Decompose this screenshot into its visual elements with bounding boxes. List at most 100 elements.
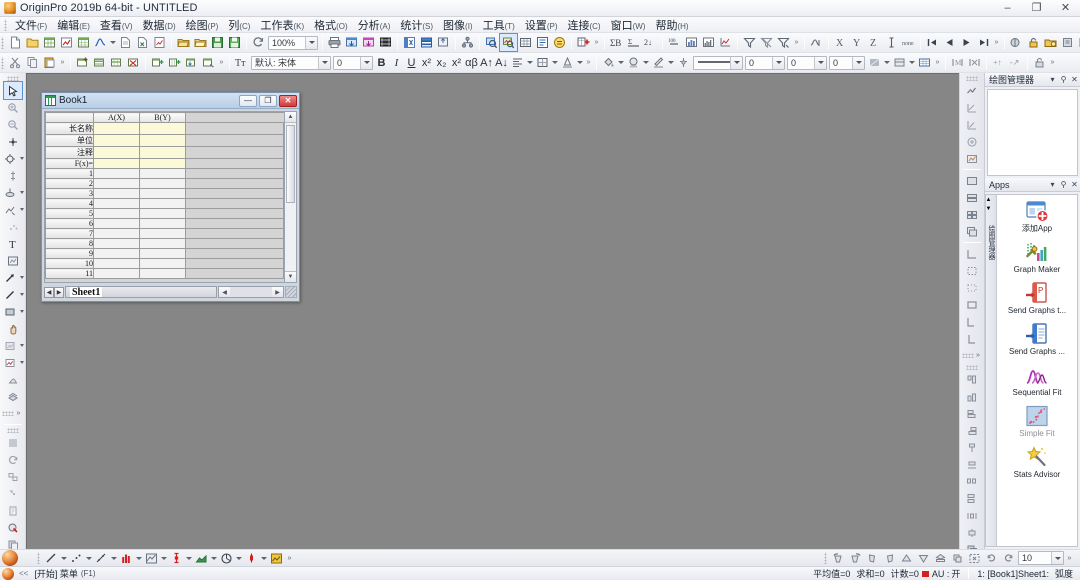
import-multiple-ascii-icon[interactable] — [377, 34, 394, 51]
arrow-tool-icon[interactable] — [1, 269, 19, 286]
font-picker-icon[interactable]: Tт — [233, 54, 250, 71]
app-item-send-graphs-to-word[interactable]: Send Graphs ... — [997, 322, 1077, 356]
lock-settings-icon[interactable] — [1059, 34, 1076, 51]
plot-line-icon[interactable] — [683, 34, 700, 51]
unmerge-cells-icon[interactable] — [966, 54, 983, 71]
cell-background-icon[interactable] — [891, 54, 908, 71]
save-template-icon[interactable] — [226, 34, 243, 51]
row-header[interactable]: 5 — [45, 208, 94, 219]
book1-window[interactable]: Book1 — ❐ ✕ A(X) B(Y) 长名称 单位 注释 F(x)= 1 … — [41, 92, 300, 302]
update-object-icon[interactable] — [4, 519, 22, 536]
zoom-out-tool-icon[interactable] — [4, 116, 22, 133]
meta-cell[interactable] — [93, 146, 140, 159]
plot-contour-icon[interactable] — [143, 550, 160, 567]
meta-cell[interactable] — [139, 134, 186, 147]
align-left-icon[interactable] — [963, 330, 981, 347]
remove-filter-icon[interactable] — [758, 34, 775, 51]
zoom-combo[interactable]: 100% — [268, 35, 318, 50]
plot-line-symbol-icon[interactable] — [93, 550, 110, 567]
menu-edit[interactable]: 编辑(E) — [52, 16, 95, 34]
set-as-z-icon[interactable]: Z — [866, 34, 883, 51]
tools-toolbar-overflow[interactable]: » — [14, 405, 23, 422]
sheet-prev-button[interactable]: ◀ — [44, 286, 54, 298]
data-cell[interactable] — [93, 258, 140, 269]
apps-close-icon[interactable]: ✕ — [1069, 179, 1080, 191]
new-function-plot-icon[interactable] — [92, 34, 109, 51]
tools-toolbar-sub-grip[interactable] — [2, 411, 14, 416]
fill-color-icon[interactable] — [600, 54, 617, 71]
layout-toolbar-sub-grip[interactable] — [961, 353, 974, 358]
table-border-dropdown-arrow[interactable] — [551, 54, 559, 71]
new-project-icon[interactable] — [7, 34, 24, 51]
line-style-combo[interactable] — [693, 55, 743, 70]
italic-button[interactable]: I — [389, 55, 404, 71]
rotation-step-dropdown-arrow[interactable] — [1051, 552, 1063, 564]
style-toolbar-overflow[interactable]: » — [933, 54, 942, 71]
apps-scroll-up-icon[interactable]: ▲ — [986, 197, 997, 206]
align-objects-left-icon[interactable] — [963, 405, 981, 422]
mdi-workspace[interactable]: Book1 — ❐ ✕ A(X) B(Y) 长名称 单位 注释 F(x)= 1 … — [26, 73, 959, 549]
arrow-tool-dropdown-arrow[interactable] — [19, 269, 25, 286]
book1-title-bar[interactable]: Book1 — ❐ ✕ — [42, 93, 299, 109]
set-as-x-icon[interactable]: X — [832, 34, 849, 51]
fill-color-dropdown-arrow[interactable] — [617, 54, 625, 71]
extract-to-layers-icon[interactable] — [963, 116, 981, 133]
statistics-on-columns-icon[interactable]: ΣB — [608, 34, 625, 51]
menu-view[interactable]: 查看(V) — [95, 16, 138, 34]
row-header[interactable]: 11 — [45, 268, 94, 279]
resize-grip[interactable] — [285, 286, 297, 298]
align-objects-top-icon[interactable] — [963, 371, 981, 388]
draw-data-icon[interactable] — [4, 218, 22, 235]
regional-data-selector-icon[interactable] — [1, 201, 19, 218]
gradient-fill-icon[interactable] — [675, 54, 692, 71]
app-item-graph-maker[interactable]: Graph Maker — [997, 240, 1077, 274]
pan-tool-icon[interactable] — [4, 320, 22, 337]
graph-browser-content[interactable] — [987, 89, 1078, 176]
align-text-icon[interactable] — [509, 54, 526, 71]
import-single-ascii-icon[interactable] — [360, 34, 377, 51]
layout-toolbar-grip[interactable] — [966, 76, 978, 81]
zoom-in-tool-icon[interactable] — [4, 99, 22, 116]
style-size-combo[interactable]: 0 — [787, 55, 827, 70]
add-column-icon[interactable] — [149, 54, 166, 71]
filter-icon[interactable] — [741, 34, 758, 51]
move-to-last-icon[interactable] — [975, 34, 992, 51]
results-log-icon[interactable] — [534, 34, 551, 51]
data-cell[interactable] — [139, 248, 186, 259]
align-rect-icon[interactable] — [963, 296, 981, 313]
zoom-in-tool-icon[interactable] — [483, 34, 500, 51]
cell-grid-icon[interactable] — [916, 54, 933, 71]
delete-rows-icon[interactable] — [125, 54, 142, 71]
app-item-simple-fit[interactable]: Simple Fit — [997, 404, 1077, 438]
scatter-graph-dropdown-arrow[interactable] — [85, 550, 93, 567]
regional-mask-tool-icon[interactable] — [1, 184, 19, 201]
column-header-a[interactable]: A(X) — [93, 112, 140, 123]
magnifier-region-icon[interactable] — [1, 337, 19, 354]
align-objects-bottom-icon[interactable] — [963, 388, 981, 405]
close-button[interactable]: ✕ — [1051, 0, 1080, 17]
menu-preferences[interactable]: 设置(P) — [520, 16, 563, 34]
print-icon[interactable] — [326, 34, 343, 51]
row-header[interactable]: 4 — [45, 198, 94, 209]
plot-image-icon[interactable] — [268, 550, 285, 567]
vertical-scroll-track[interactable] — [285, 123, 296, 271]
meta-cell[interactable] — [93, 158, 140, 169]
row-header[interactable]: 3 — [45, 188, 94, 199]
merge-graphs-icon[interactable] — [963, 82, 981, 99]
data-cell[interactable] — [139, 228, 186, 239]
set-as-none-icon[interactable]: none — [900, 34, 917, 51]
horizontal-scroll-track[interactable] — [230, 287, 272, 297]
open-project-icon[interactable] — [175, 34, 192, 51]
tilt-3d-left-icon[interactable] — [864, 550, 881, 567]
pattern-fill-dropdown-arrow[interactable] — [883, 54, 891, 71]
rectangle-tool-icon[interactable] — [1, 303, 19, 320]
rotate-3d-ccw-icon[interactable] — [830, 550, 847, 567]
data-cell[interactable] — [93, 188, 140, 199]
data-cell[interactable] — [93, 218, 140, 229]
greek-button[interactable]: αβ — [464, 55, 479, 71]
layer-contents-icon[interactable] — [4, 388, 22, 405]
origin-status-ball-icon[interactable] — [2, 567, 14, 580]
data-cell[interactable] — [139, 208, 186, 219]
image-object-icon[interactable] — [1, 354, 19, 371]
data-cell[interactable] — [93, 238, 140, 249]
